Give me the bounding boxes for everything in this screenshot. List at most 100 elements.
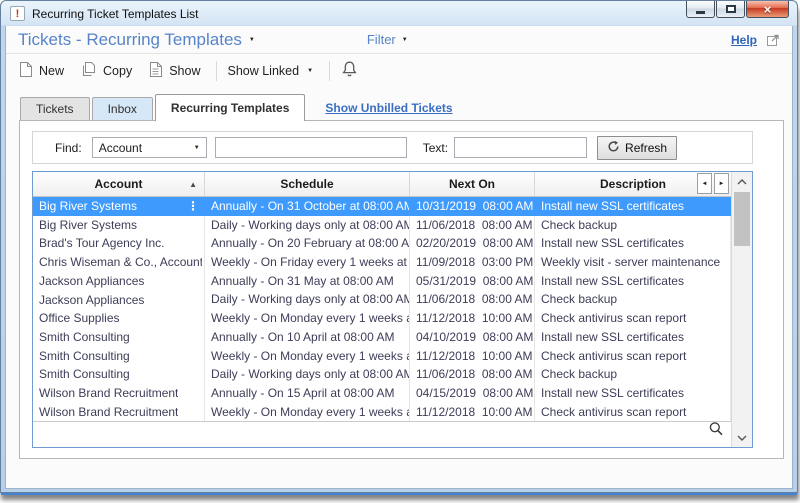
scrollbar-thumb[interactable] [734, 192, 750, 246]
text-input[interactable] [454, 137, 587, 158]
table-row[interactable]: Big River Systems ⋮ Annually - On 31 Oct… [33, 197, 731, 216]
table-row[interactable]: Smith Consulting ⋮ Daily - Working days … [33, 365, 731, 384]
table-row[interactable]: Brad's Tour Agency Inc. ⋮ Annually - On … [33, 234, 731, 253]
scroll-right-button[interactable]: ► [714, 173, 729, 194]
cell-description: Install new SSL certificates [535, 234, 731, 253]
find-field-select[interactable]: Account ▼ [92, 137, 207, 158]
cell-next-on: 11/06/2018 08:00 AM [410, 216, 535, 235]
window-title: Recurring Ticket Templates List [32, 7, 199, 21]
copy-label: Copy [103, 64, 132, 78]
table-row[interactable]: Wilson Brand Recruitment ⋮ Annually - On… [33, 384, 731, 403]
table-row[interactable]: Big River Systems ⋮ Daily - Working days… [33, 216, 731, 235]
cell-account: Smith Consulting ⋮ [33, 365, 205, 384]
table-row[interactable]: Office Supplies ⋮ Weekly - On Monday eve… [33, 309, 731, 328]
page-title: Tickets - Recurring Templates [18, 30, 242, 50]
table-row[interactable]: Chris Wiseman & Co., Accountants I ⋮ Wee… [33, 253, 731, 272]
vertical-scrollbar[interactable] [731, 172, 752, 447]
column-label: Account [95, 177, 143, 191]
show-unbilled-tickets-link[interactable]: Show Unbilled Tickets [325, 101, 452, 115]
cell-schedule: Weekly - On Monday every 1 weeks at 10:0… [205, 403, 410, 422]
table-body: Big River Systems ⋮ Annually - On 31 Oct… [33, 197, 731, 422]
popout-icon[interactable] [766, 33, 780, 47]
cell-next-on: 11/12/2018 10:00 AM [410, 347, 535, 366]
cell-account: Jackson Appliances ⋮ [33, 272, 205, 291]
cell-description: Check antivirus scan report [535, 309, 731, 328]
copy-button[interactable]: Copy [80, 61, 132, 81]
app-window: ! Recurring Ticket Templates List × Tick… [0, 0, 798, 493]
sort-ascending-icon: ▲ [189, 180, 197, 189]
table-body-area: Big River Systems ⋮ Annually - On 31 Oct… [33, 197, 731, 447]
table-row[interactable]: Smith Consulting ⋮ Annually - On 10 Apri… [33, 328, 731, 347]
scroll-down-button[interactable] [732, 428, 752, 447]
cell-schedule: Annually - On 20 February at 08:00 AM [205, 234, 410, 253]
row-menu-icon[interactable]: ⋮ [184, 197, 202, 215]
column-header-next-on[interactable]: Next On [410, 172, 535, 196]
show-label: Show [169, 64, 200, 78]
chevron-down-icon: ▼ [249, 37, 255, 43]
cell-schedule: Weekly - On Friday every 1 weeks at 03:0… [205, 253, 410, 272]
toolbar-separator [216, 61, 217, 81]
cell-description: Check backup [535, 290, 731, 309]
maximize-button[interactable] [716, 1, 745, 18]
chevron-down-icon: ▼ [402, 37, 408, 43]
cell-schedule: Annually - On 31 May at 08:00 AM [205, 272, 410, 291]
refresh-button[interactable]: Refresh [597, 136, 677, 160]
cell-next-on: 05/31/2019 08:00 AM [410, 272, 535, 291]
column-label: Description [600, 177, 666, 191]
column-label: Next On [449, 177, 495, 191]
new-button[interactable]: New [18, 61, 64, 81]
scroll-left-button[interactable]: ◄ [697, 173, 712, 194]
cell-next-on: 11/12/2018 10:00 AM [410, 403, 535, 422]
tab-panel: Find: Account ▼ Text: Refresh [19, 120, 784, 459]
magnifier-icon[interactable] [708, 421, 724, 442]
show-document-icon [148, 61, 163, 81]
column-header-account[interactable]: Account ▲ [33, 172, 205, 196]
table-header: Account ▲ Schedule Next On Description [33, 172, 731, 197]
cell-schedule: Annually - On 31 October at 08:00 AM [205, 197, 410, 216]
templates-table: Account ▲ Schedule Next On Description [32, 171, 753, 448]
show-linked-label: Show Linked [227, 64, 299, 78]
app-header: Tickets - Recurring Templates ▼ Filter ▼… [6, 26, 792, 53]
page-title-dropdown[interactable]: Tickets - Recurring Templates ▼ [18, 30, 255, 50]
maximize-icon [726, 5, 736, 13]
table-row[interactable]: Jackson Appliances ⋮ Annually - On 31 Ma… [33, 272, 731, 291]
table-row[interactable]: Jackson Appliances ⋮ Daily - Working day… [33, 290, 731, 309]
cell-next-on: 11/06/2018 08:00 AM [410, 365, 535, 384]
chevron-down-icon: ▼ [194, 145, 200, 151]
cell-next-on: 11/09/2018 03:00 PM [410, 253, 535, 272]
help-link[interactable]: Help [731, 33, 757, 47]
filter-dropdown[interactable]: Filter ▼ [367, 32, 408, 47]
column-header-schedule[interactable]: Schedule [205, 172, 410, 196]
minimize-button[interactable] [686, 1, 715, 18]
chevron-down-icon: ▼ [307, 68, 313, 74]
bell-icon [340, 60, 359, 81]
cell-schedule: Daily - Working days only at 08:00 AM [205, 365, 410, 384]
scroll-up-button[interactable] [732, 172, 752, 191]
cell-account: Big River Systems ⋮ [33, 216, 205, 235]
cell-schedule: Annually - On 15 April at 08:00 AM [205, 384, 410, 403]
copy-icon [80, 61, 97, 81]
refresh-label: Refresh [625, 141, 667, 155]
show-linked-button[interactable]: Show Linked ▼ [227, 64, 313, 78]
new-label: New [39, 64, 64, 78]
table-columns-area: Account ▲ Schedule Next On Description [33, 172, 731, 447]
window-content: Tickets - Recurring Templates ▼ Filter ▼… [5, 26, 793, 489]
notifications-button[interactable] [340, 60, 359, 81]
cell-account: Wilson Brand Recruitment ⋮ [33, 403, 205, 422]
toolbar-separator [329, 61, 330, 81]
tab-recurring-templates[interactable]: Recurring Templates [155, 94, 305, 121]
minimize-icon [696, 11, 705, 14]
window-controls: × [686, 1, 789, 18]
show-button[interactable]: Show [148, 61, 200, 81]
cell-description: Install new SSL certificates [535, 328, 731, 347]
cell-schedule: Weekly - On Monday every 1 weeks at 10:0… [205, 309, 410, 328]
close-button[interactable]: × [746, 1, 789, 18]
find-input[interactable] [215, 137, 407, 158]
tab-inbox[interactable]: Inbox [92, 97, 153, 120]
title-bar[interactable]: ! Recurring Ticket Templates List × [1, 1, 797, 26]
table-row[interactable]: Smith Consulting ⋮ Weekly - On Monday ev… [33, 347, 731, 366]
close-icon: × [764, 2, 772, 17]
tab-tickets[interactable]: Tickets [20, 97, 90, 120]
cell-next-on: 10/31/2019 08:00 AM [410, 197, 535, 216]
table-row[interactable]: Wilson Brand Recruitment ⋮ Weekly - On M… [33, 403, 731, 422]
